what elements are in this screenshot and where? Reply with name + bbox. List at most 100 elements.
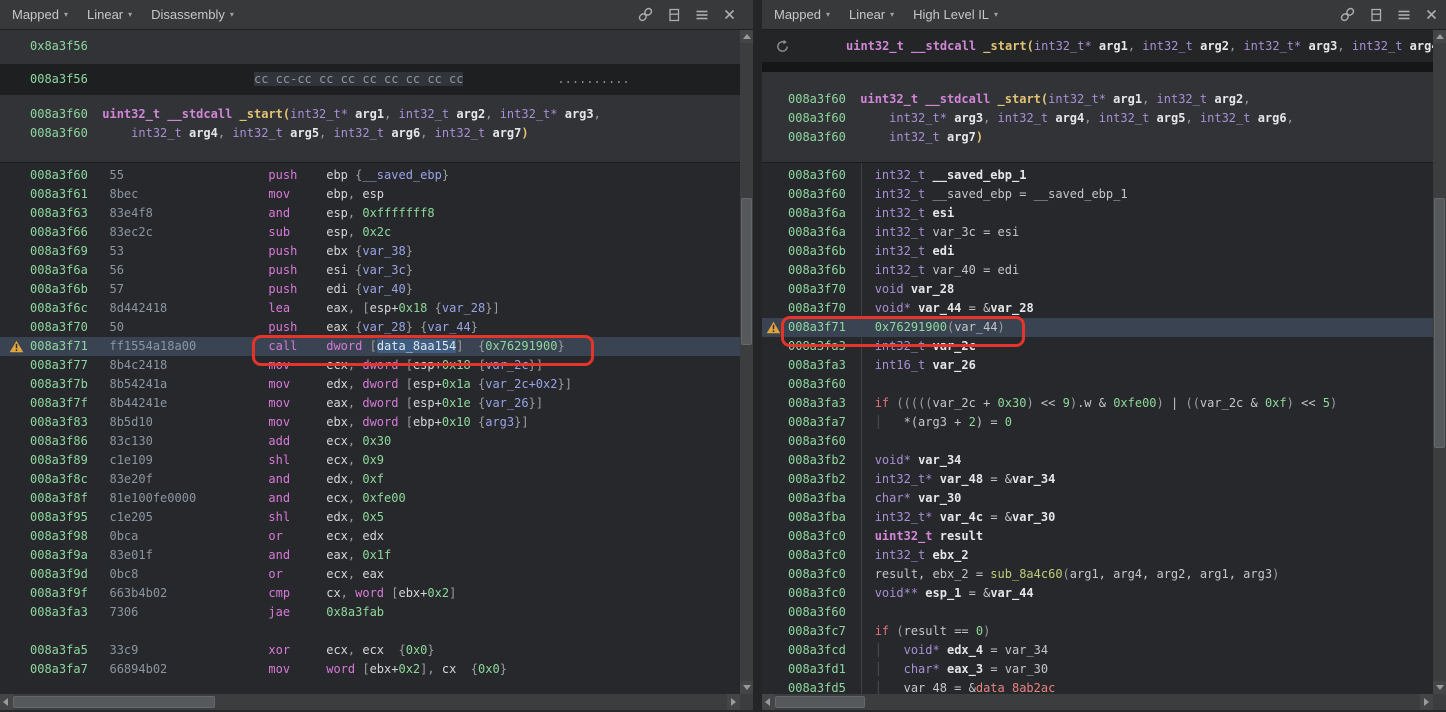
disasm-row[interactable]: 008a3f7f 8b44241e mov eax, dword [esp+0x… bbox=[0, 394, 740, 413]
menu-mapped[interactable]: Mapped▾ bbox=[12, 7, 68, 22]
disasm-row[interactable]: 008a3f7b 8b54241a mov edx, dword [esp+0x… bbox=[0, 375, 740, 394]
hlil-row[interactable]: 008a3fb2 void* var_34 bbox=[762, 451, 1433, 470]
split-icon[interactable] bbox=[666, 7, 682, 23]
token-r: esi bbox=[326, 263, 355, 277]
hlil-row[interactable]: 008a3fcd │ void* edx_4 = var_34 bbox=[762, 641, 1433, 660]
menu-linear[interactable]: Linear▾ bbox=[87, 7, 132, 22]
hlil-row[interactable]: 008a3fc0 result, ebx_2 = sub_8a4c60(arg1… bbox=[762, 565, 1433, 584]
disasm-row[interactable]: 008a3f8f 81e100fe0000 and ecx, 0xfe00 bbox=[0, 489, 740, 508]
hlil-row[interactable]: 008a3fc0 int32_t ebx_2 bbox=[762, 546, 1433, 565]
hlil-row[interactable]: 008a3f70 void var_28 bbox=[762, 280, 1433, 299]
hlil-row[interactable]: 008a3fc0 uint32_t result bbox=[762, 527, 1433, 546]
disasm-row[interactable]: 008a3f9d 0bc8 or ecx, eax bbox=[0, 565, 740, 584]
function-signature-row[interactable]: 008a3f60 int32_t* arg3, int32_t arg4, in… bbox=[762, 109, 1433, 128]
disasm-row[interactable]: 008a3f77 8b4c2418 mov ecx, dword [esp+0x… bbox=[0, 356, 740, 375]
disasm-row[interactable]: 008a3f70 50 push eax {var_28} {var_44} bbox=[0, 318, 740, 337]
disasm-row[interactable]: 008a3f98 0bca or ecx, edx bbox=[0, 527, 740, 546]
hlil-row[interactable]: 008a3f6b int32_t var_40 = edi bbox=[762, 261, 1433, 280]
hlil-row[interactable]: 008a3fc0 void** esp_1 = &var_44 bbox=[762, 584, 1433, 603]
hlil-row[interactable]: 008a3fa7 │ *(arg3 + 2) = 0 bbox=[762, 413, 1433, 432]
disasm-row[interactable]: 008a3f71 ff1554a18a00 call dword [data_8… bbox=[0, 337, 740, 356]
vertical-scrollbar-thumb[interactable] bbox=[1434, 198, 1445, 448]
refresh-icon[interactable] bbox=[775, 39, 790, 54]
disasm-row[interactable]: 008a3f9f 663b4b02 cmp cx, word [ebx+0x2] bbox=[0, 584, 740, 603]
token-p: ) bbox=[998, 320, 1005, 334]
hlil-row[interactable]: 008a3f6a int32_t esi bbox=[762, 204, 1433, 223]
token-w: ebx_2 bbox=[933, 548, 969, 562]
scroll-left-arrow[interactable] bbox=[0, 694, 13, 710]
hlil-row[interactable]: 008a3f6a int32_t var_3c = esi bbox=[762, 223, 1433, 242]
hlil-listing: 008a3f60 int32_t __saved_ebp_1008a3f60 i… bbox=[762, 163, 1433, 694]
disasm-row[interactable]: 008a3f63 83e4f8 and esp, 0xfffffff8 bbox=[0, 204, 740, 223]
token-t: int16_t bbox=[875, 358, 933, 372]
disasm-row[interactable]: 008a3fa3 7306 jae 0x8a3fab bbox=[0, 603, 740, 622]
menu-high-level-il[interactable]: High Level IL▾ bbox=[913, 7, 998, 22]
scroll-right-arrow[interactable] bbox=[1420, 694, 1433, 710]
menu-linear[interactable]: Linear▾ bbox=[849, 7, 894, 22]
hlil-row[interactable]: 008a3fd1 │ char* eax_3 = var_30 bbox=[762, 660, 1433, 679]
scroll-down-arrow[interactable] bbox=[1433, 681, 1446, 694]
disasm-row[interactable]: 008a3f95 c1e205 shl edx, 0x5 bbox=[0, 508, 740, 527]
disasm-row[interactable]: 008a3f89 c1e109 shl ecx, 0x9 bbox=[0, 451, 740, 470]
disasm-row[interactable]: 008a3f60 55 push ebp {__saved_ebp} bbox=[0, 166, 740, 185]
hlil-row[interactable]: 008a3fa3 int16_t var_26 bbox=[762, 356, 1433, 375]
function-signature-row[interactable]: 008a3f60 uint32_t __stdcall _start(int32… bbox=[0, 105, 740, 124]
function-sticky-header[interactable]: uint32_t __stdcall _start(int32_t* arg1,… bbox=[762, 30, 1433, 62]
close-icon[interactable] bbox=[1424, 7, 1439, 22]
token-a: 008a3fa3 bbox=[30, 605, 88, 619]
scroll-up-arrow[interactable] bbox=[1433, 30, 1446, 43]
disasm-row[interactable]: 008a3f9a 83e01f and eax, 0x1f bbox=[0, 546, 740, 565]
link-icon[interactable] bbox=[1339, 6, 1356, 23]
hlil-row[interactable]: 008a3fa3 if (((((var_2c + 0x30) << 9).w … bbox=[762, 394, 1433, 413]
function-signature-row[interactable]: 008a3f60 uint32_t __stdcall _start(int32… bbox=[762, 90, 1433, 109]
menu-disassembly[interactable]: Disassembly▾ bbox=[151, 7, 234, 22]
pane-splitter[interactable] bbox=[753, 0, 762, 712]
disasm-row[interactable]: 008a3f86 83c130 add ecx, 0x30 bbox=[0, 432, 740, 451]
disasm-row[interactable]: 008a3f6a 56 push esi {var_3c} bbox=[0, 261, 740, 280]
disasm-row[interactable]: 008a3f83 8b5d10 mov ebx, dword [ebp+0x10… bbox=[0, 413, 740, 432]
token-m: mov bbox=[268, 396, 326, 410]
raw-bytes-row[interactable]: 008a3f56 cc cc-cc cc cc cc cc cc cc cc .… bbox=[0, 64, 740, 94]
disasm-row[interactable]: 008a3f69 53 push ebx {var_38} bbox=[0, 242, 740, 261]
split-icon[interactable] bbox=[1368, 7, 1384, 23]
disasm-row[interactable]: 008a3f66 83ec2c sub esp, 0x2c bbox=[0, 223, 740, 242]
block-address-row[interactable]: 0x8a3f56 bbox=[0, 30, 740, 63]
hlil-row[interactable]: 008a3fba int32_t* var_4c = &var_30 bbox=[762, 508, 1433, 527]
hlil-row[interactable]: 008a3f6b int32_t edi bbox=[762, 242, 1433, 261]
hlil-row[interactable]: 008a3fb2 int32_t* var_48 = &var_34 bbox=[762, 470, 1433, 489]
disasm-row[interactable] bbox=[0, 622, 740, 641]
hlil-row[interactable]: 008a3fc7 if (result == 0) bbox=[762, 622, 1433, 641]
function-signature-row[interactable]: 008a3f60 int32_t arg7) bbox=[762, 128, 1433, 147]
disasm-row[interactable]: 008a3f6b 57 push edi {var_40} bbox=[0, 280, 740, 299]
function-signature-row[interactable]: 008a3f60 int32_t arg4, int32_t arg5, int… bbox=[0, 124, 740, 143]
hlil-row[interactable]: 008a3f60 int32_t __saved_ebp_1 bbox=[762, 166, 1433, 185]
disasm-row[interactable]: 008a3fa5 33c9 xor ecx, ecx {0x0} bbox=[0, 641, 740, 660]
horizontal-scrollbar-thumb[interactable] bbox=[13, 696, 215, 708]
disasm-row[interactable]: 008a3f61 8bec mov ebp, esp bbox=[0, 185, 740, 204]
menu-icon[interactable] bbox=[694, 7, 710, 23]
token-a: 008a3f8c bbox=[30, 472, 88, 486]
scroll-right-arrow[interactable] bbox=[727, 694, 740, 710]
scroll-down-arrow[interactable] bbox=[740, 681, 753, 694]
disasm-row[interactable]: 008a3f8c 83e20f and edx, 0xf bbox=[0, 470, 740, 489]
hlil-row[interactable]: 008a3fd5 │ var_48 = &data_8ab2ac bbox=[762, 679, 1433, 694]
menu-mapped[interactable]: Mapped▾ bbox=[774, 7, 830, 22]
hlil-row[interactable]: 008a3f60 bbox=[762, 603, 1433, 622]
menu-icon[interactable] bbox=[1396, 7, 1412, 23]
link-icon[interactable] bbox=[637, 6, 654, 23]
hlil-row[interactable]: 008a3f60 bbox=[762, 375, 1433, 394]
scroll-up-arrow[interactable] bbox=[740, 30, 753, 43]
hlil-row[interactable]: 008a3f70 void* var_44 = &var_28 bbox=[762, 299, 1433, 318]
horizontal-scrollbar-thumb[interactable] bbox=[775, 696, 865, 708]
disasm-row[interactable]: 008a3fa7 66894b02 mov word [ebx+0x2], cx… bbox=[0, 660, 740, 679]
hlil-row[interactable]: 008a3f60 bbox=[762, 432, 1433, 451]
hlil-row[interactable]: 008a3f71 0x76291900(var_44) bbox=[762, 318, 1433, 337]
disasm-row[interactable]: 008a3f6c 8d442418 lea eax, [esp+0x18 {va… bbox=[0, 299, 740, 318]
token-p: ] bbox=[456, 339, 463, 353]
hlil-row[interactable]: 008a3fba char* var_30 bbox=[762, 489, 1433, 508]
hlil-row[interactable]: 008a3f60 int32_t __saved_ebp = __saved_e… bbox=[762, 185, 1433, 204]
scroll-left-arrow[interactable] bbox=[762, 694, 775, 710]
close-icon[interactable] bbox=[722, 7, 737, 22]
hlil-row[interactable]: 008a3fa3 int32_t var_2c bbox=[762, 337, 1433, 356]
vertical-scrollbar-thumb[interactable] bbox=[741, 198, 752, 345]
